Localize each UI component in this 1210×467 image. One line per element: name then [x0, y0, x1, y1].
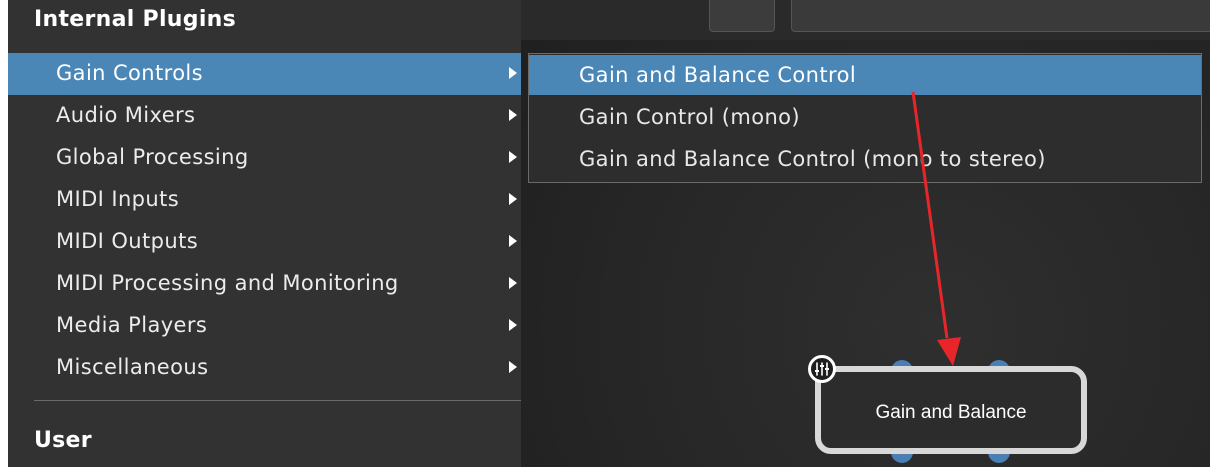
submenu-arrow-icon — [509, 361, 517, 373]
submenu-arrow-icon — [509, 193, 517, 205]
menu-item-midi-processing-and-monitoring[interactable]: MIDI Processing and Monitoring — [8, 263, 522, 305]
submenu-arrow-icon — [509, 109, 517, 121]
submenu-item-gain-control-mono[interactable]: Gain Control (mono) — [529, 97, 1201, 137]
plugin-node-label: Gain and Balance — [875, 402, 1027, 423]
submenu-arrow-icon — [509, 151, 517, 163]
menu-item-label: Miscellaneous — [56, 355, 209, 379]
menu-item-midi-inputs[interactable]: MIDI Inputs — [8, 179, 522, 221]
plugin-node[interactable]: Gain and Balance — [815, 366, 1087, 454]
submenu-item-gain-and-balance-control[interactable]: Gain and Balance Control — [529, 55, 1201, 95]
menu-item-global-processing[interactable]: Global Processing — [8, 137, 522, 179]
menu-item-label: MIDI Outputs — [56, 229, 199, 253]
menu-item-label: MIDI Inputs — [56, 187, 180, 211]
menu-item-label: Global Processing — [56, 145, 249, 169]
menu-item-midi-outputs[interactable]: MIDI Outputs — [8, 221, 522, 263]
menu-item-label: Audio Mixers — [56, 103, 196, 127]
menu-section-header-user: User — [34, 428, 92, 453]
menu-item-miscellaneous[interactable]: Miscellaneous — [8, 347, 522, 389]
menu-item-audio-mixers[interactable]: Audio Mixers — [8, 95, 522, 137]
submenu-item-label: Gain Control (mono) — [579, 105, 800, 129]
toolbar-field[interactable] — [791, 0, 1210, 32]
toolbar — [521, 0, 1210, 40]
menu-item-label: Gain Controls — [56, 61, 204, 85]
menu-section-header-internal-plugins: Internal Plugins — [34, 7, 237, 32]
menu-divider — [34, 400, 522, 401]
submenu-item-gain-and-balance-control-mono-to-stereo[interactable]: Gain and Balance Control (mono to stereo… — [529, 139, 1201, 179]
submenu-arrow-icon — [509, 67, 517, 79]
screen: Internal Plugins Gain Controls Audio Mix… — [0, 0, 1210, 467]
menu-item-media-players[interactable]: Media Players — [8, 305, 522, 347]
menu-item-label: Media Players — [56, 313, 208, 337]
menu-item-gain-controls[interactable]: Gain Controls — [8, 53, 522, 95]
menu-item-label: MIDI Processing and Monitoring — [56, 271, 399, 295]
submenu-item-label: Gain and Balance Control — [579, 63, 857, 87]
toolbar-button[interactable] — [709, 0, 775, 32]
submenu-arrow-icon — [509, 277, 517, 289]
submenu-arrow-icon — [509, 235, 517, 247]
gain-controls-submenu: Gain and Balance Control Gain Control (m… — [528, 53, 1202, 183]
submenu-item-label: Gain and Balance Control (mono to stereo… — [579, 147, 1046, 171]
plugin-menu: Internal Plugins Gain Controls Audio Mix… — [8, 0, 522, 467]
submenu-arrow-icon — [509, 319, 517, 331]
mixer-sliders-icon[interactable] — [808, 355, 836, 383]
